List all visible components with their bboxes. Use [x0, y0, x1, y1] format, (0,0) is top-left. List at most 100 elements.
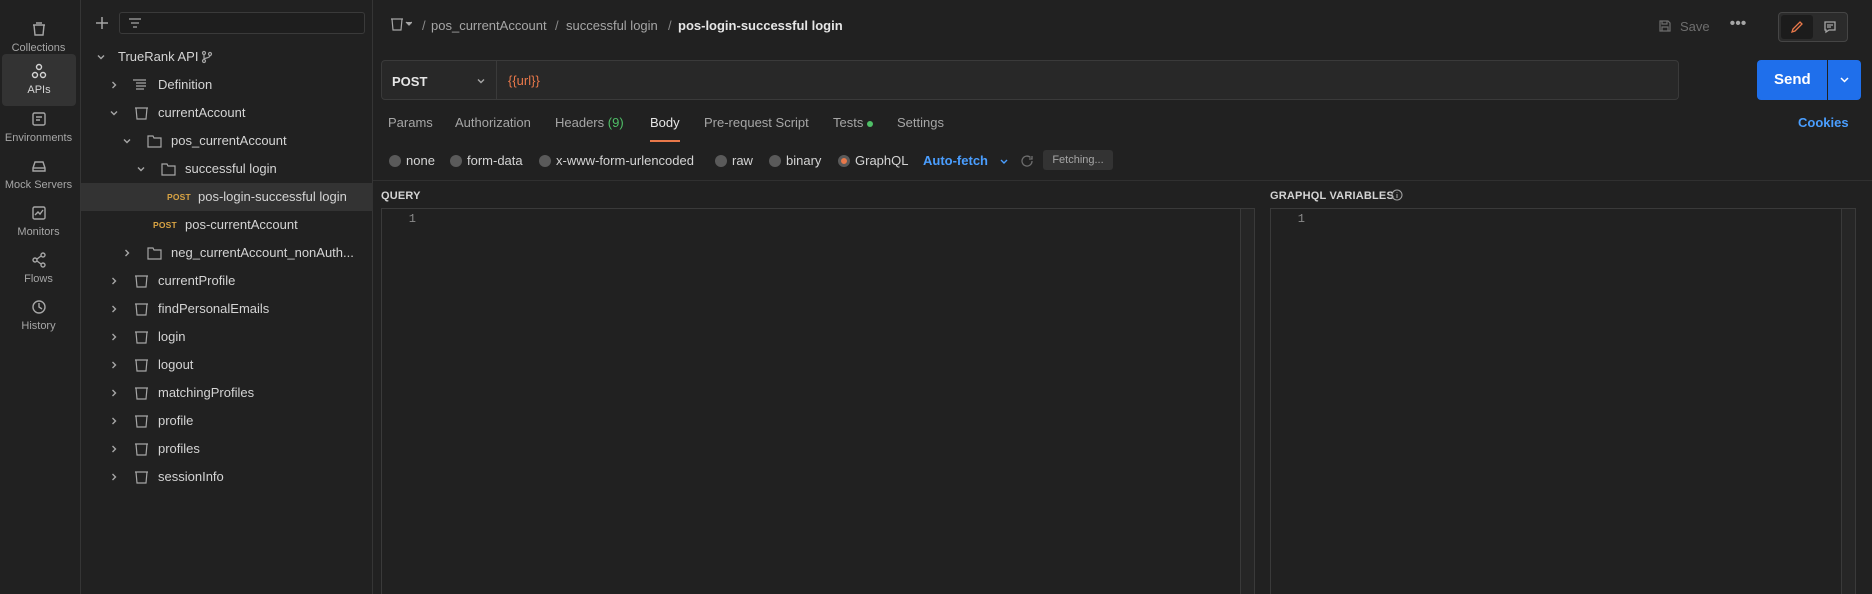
tab-params[interactable]: Params	[388, 116, 433, 130]
breadcrumb-item[interactable]: pos_currentAccount	[431, 19, 547, 33]
rail-mock-servers[interactable]: Mock Servers	[0, 149, 77, 201]
chevron-right-icon	[112, 389, 117, 397]
rail-history[interactable]: History	[0, 290, 77, 342]
tab-headers[interactable]: Headers (9)	[555, 116, 624, 130]
breadcrumb-separator: /	[555, 18, 559, 33]
radio-urlencoded[interactable]: x-www-form-urlencoded	[539, 151, 699, 169]
tree-root-label: TrueRank API	[118, 49, 199, 64]
cookies-link[interactable]: Cookies	[1798, 116, 1849, 130]
tree-item-neg-folder[interactable]: neg_currentAccount_nonAuth...	[81, 239, 373, 267]
refresh-icon[interactable]	[1020, 154, 1034, 168]
collection-icon	[135, 331, 148, 344]
tree-label: pos-login-successful login	[198, 189, 347, 204]
tree-item-collection[interactable]: profile	[81, 407, 373, 435]
query-editor[interactable]: 1	[381, 208, 1255, 594]
collection-icon	[135, 415, 148, 428]
request-topbar: / pos_currentAccount / successful login …	[373, 0, 1872, 52]
method-select[interactable]: POST	[381, 60, 497, 100]
breadcrumb-item[interactable]: successful login	[566, 19, 658, 33]
tree-item-request[interactable]: POST pos-currentAccount	[81, 211, 373, 239]
line-number: 1	[1297, 212, 1305, 226]
variables-editor[interactable]: 1	[1270, 208, 1856, 594]
tree-item-collection[interactable]: findPersonalEmails	[81, 295, 373, 323]
divider	[373, 180, 1872, 181]
save-icon	[1659, 20, 1671, 32]
tree-label: logout	[158, 357, 194, 372]
collection-icon	[135, 107, 148, 120]
radio-graphql[interactable]: GraphQL	[838, 151, 908, 169]
rail-flows[interactable]: Flows	[0, 243, 77, 295]
radio-none[interactable]: none	[389, 151, 445, 169]
tree-item-collection[interactable]: logout	[81, 351, 373, 379]
collection-dropdown-icon[interactable]	[390, 17, 412, 31]
more-options-button[interactable]: •••	[1725, 14, 1751, 38]
edit-mode-button[interactable]	[1781, 15, 1813, 39]
sidebar: TrueRank API Definition currentAccount p…	[81, 0, 373, 594]
tree-root[interactable]: TrueRank API	[81, 43, 373, 71]
breadcrumb-separator: /	[422, 18, 426, 33]
chevron-down-icon	[137, 167, 145, 172]
tree-item-collection[interactable]: sessionInfo	[81, 463, 373, 491]
folder-icon	[147, 135, 162, 148]
auto-fetch-toggle[interactable]: Auto-fetch	[923, 154, 988, 168]
headers-count-badge: (9)	[607, 115, 624, 130]
tab-settings[interactable]: Settings	[897, 116, 944, 130]
radio-label: none	[406, 153, 435, 168]
rail-label: Environments	[4, 132, 73, 144]
tree-item-collection[interactable]: currentProfile	[81, 267, 373, 295]
request-editor: / pos_currentAccount / successful login …	[373, 0, 1872, 594]
chevron-right-icon	[112, 277, 117, 285]
tree-label: Definition	[158, 77, 213, 92]
radio-label: raw	[732, 153, 753, 168]
line-gutter: 1	[1271, 209, 1309, 594]
radio-raw[interactable]: raw	[715, 151, 755, 169]
tree-item-request-selected[interactable]: POST pos-login-successful login	[81, 183, 373, 211]
tree-item-definition[interactable]: Definition	[81, 71, 373, 99]
chevron-down-icon[interactable]	[999, 157, 1009, 167]
url-input[interactable]	[497, 60, 1679, 100]
tree-label: findPersonalEmails	[158, 301, 270, 316]
page-title[interactable]: pos-login-successful login	[678, 19, 843, 33]
save-button[interactable]: Save	[1650, 12, 1716, 40]
send-button[interactable]: Send	[1757, 60, 1827, 100]
tab-tests[interactable]: Tests	[833, 116, 863, 130]
line-gutter: 1	[382, 209, 420, 594]
rail-label: History	[21, 320, 56, 332]
chevron-right-icon	[112, 473, 117, 481]
tree-item-currentaccount[interactable]: currentAccount	[81, 99, 373, 127]
tab-body[interactable]: Body	[650, 116, 680, 130]
add-icon[interactable]	[91, 12, 113, 34]
rail-monitors[interactable]: Monitors	[0, 196, 77, 248]
tab-authorization[interactable]: Authorization	[455, 116, 531, 130]
chevron-right-icon	[112, 305, 117, 313]
rail-apis[interactable]: APIs	[2, 54, 76, 106]
tab-prerequest-script[interactable]: Pre-request Script	[704, 116, 809, 130]
tree-item-collection[interactable]: matchingProfiles	[81, 379, 373, 407]
collection-icon	[135, 275, 148, 288]
rail-label: APIs	[27, 84, 51, 96]
filter-icon	[129, 18, 141, 28]
scrollbar[interactable]	[1240, 209, 1254, 594]
comment-mode-button[interactable]	[1814, 15, 1846, 39]
filter-input[interactable]	[119, 12, 365, 34]
send-options-button[interactable]	[1828, 60, 1861, 100]
scrollbar[interactable]	[1841, 209, 1855, 594]
method-badge: POST	[153, 220, 177, 230]
sidebar-toolbar	[81, 0, 373, 46]
chevron-down-icon	[110, 111, 118, 116]
tree-item-successful-login[interactable]: successful login	[81, 155, 373, 183]
tree-item-collection[interactable]: login	[81, 323, 373, 351]
variables-title: GRAPHQL VARIABLES	[1270, 190, 1395, 202]
environments-icon	[31, 112, 46, 126]
info-icon[interactable]	[1391, 189, 1403, 201]
chevron-down-icon	[477, 79, 485, 84]
radio-form-data[interactable]: form-data	[450, 151, 523, 169]
chevron-right-icon	[112, 333, 117, 341]
tree-item-collection[interactable]: profiles	[81, 435, 373, 463]
rail-environments[interactable]: Environments	[0, 102, 77, 154]
chevron-right-icon	[112, 81, 117, 89]
tree-item-pos-currentaccount[interactable]: pos_currentAccount	[81, 127, 373, 155]
apis-icon	[31, 63, 47, 79]
radio-binary[interactable]: binary	[769, 151, 825, 169]
collection-icon	[135, 303, 148, 316]
